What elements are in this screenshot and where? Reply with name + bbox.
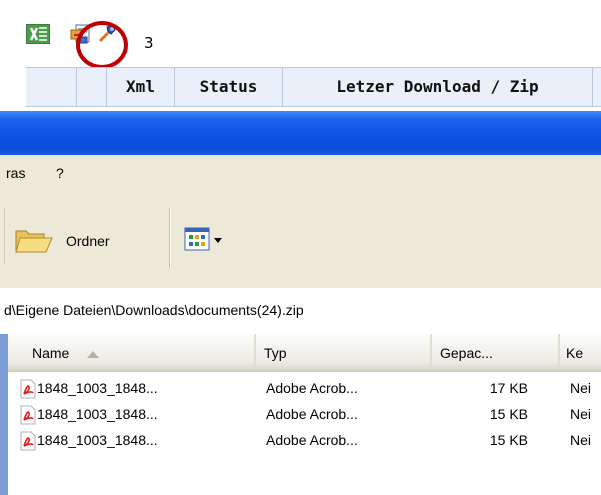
highlight-circle — [76, 21, 128, 69]
file-ke: Nei — [570, 380, 592, 396]
column-header-last-download[interactable]: Letzer Download / Zip — [282, 68, 592, 106]
file-packed-size: 15 KB — [489, 432, 528, 448]
column-header-xml[interactable]: Xml — [106, 68, 174, 106]
file-name: 1848_1003_1848... — [37, 432, 158, 448]
file-ke: Nei — [570, 432, 592, 448]
window-titlebar[interactable] — [0, 111, 601, 155]
file-name: 1848_1003_1848... — [37, 406, 158, 422]
folders-button-label: Ordner — [66, 233, 110, 249]
address-bar[interactable]: d\Eigene Dateien\Downloads\documents(24)… — [0, 288, 601, 334]
pane-border — [0, 334, 8, 495]
views-icon[interactable] — [184, 225, 224, 253]
grid-header-spacer — [76, 68, 106, 106]
explorer-toolbar: Ordner — [0, 192, 601, 289]
address-path[interactable]: d\Eigene Dateien\Downloads\documents(24)… — [4, 302, 304, 318]
menu-item-help[interactable]: ? — [56, 165, 64, 181]
pdf-file-icon — [20, 379, 36, 399]
file-list: Name Typ Gepac... Ke 1848_1003_1848... A… — [8, 334, 601, 495]
toolbar-separator — [169, 208, 171, 268]
folder-icon — [15, 230, 53, 253]
file-type: Adobe Acrob... — [266, 406, 358, 422]
file-row[interactable]: 1848_1003_1848... Adobe Acrob... 15 KB N… — [8, 404, 601, 428]
column-header-ke[interactable]: Ke — [560, 334, 601, 370]
column-header-packed[interactable]: Gepac... — [432, 334, 560, 370]
file-row[interactable]: 1848_1003_1848... Adobe Acrob... 15 KB N… — [8, 430, 601, 454]
file-type: Adobe Acrob... — [266, 432, 358, 448]
file-name: 1848_1003_1848... — [37, 380, 158, 396]
grid-header-end — [592, 68, 601, 106]
folders-button[interactable]: Ordner — [14, 225, 154, 255]
file-ke: Nei — [570, 406, 592, 422]
pdf-file-icon — [20, 431, 36, 451]
column-header-type[interactable]: Typ — [256, 334, 432, 370]
excel-export-icon[interactable] — [26, 24, 50, 44]
item-count: 3 — [144, 34, 154, 52]
file-row[interactable]: 1848_1003_1848... Adobe Acrob... 17 KB N… — [8, 378, 601, 402]
column-header-name-label: Name — [32, 345, 70, 361]
grid-header: Xml Status Letzer Download / Zip — [26, 67, 601, 107]
file-type: Adobe Acrob... — [266, 380, 358, 396]
toolbar-separator — [4, 208, 5, 264]
pdf-file-icon — [20, 405, 36, 425]
grid-toolbar: 3 — [26, 21, 206, 69]
file-packed-size: 15 KB — [489, 406, 528, 422]
menu-item-extras[interactable]: ras — [6, 165, 25, 181]
sort-ascending-icon — [87, 350, 100, 358]
file-packed-size: 17 KB — [489, 380, 528, 396]
column-header-name[interactable]: Name — [8, 334, 256, 370]
column-header-status[interactable]: Status — [174, 68, 282, 106]
menu-bar: ras ? — [0, 155, 601, 193]
file-list-header: Name Typ Gepac... Ke — [8, 334, 601, 372]
